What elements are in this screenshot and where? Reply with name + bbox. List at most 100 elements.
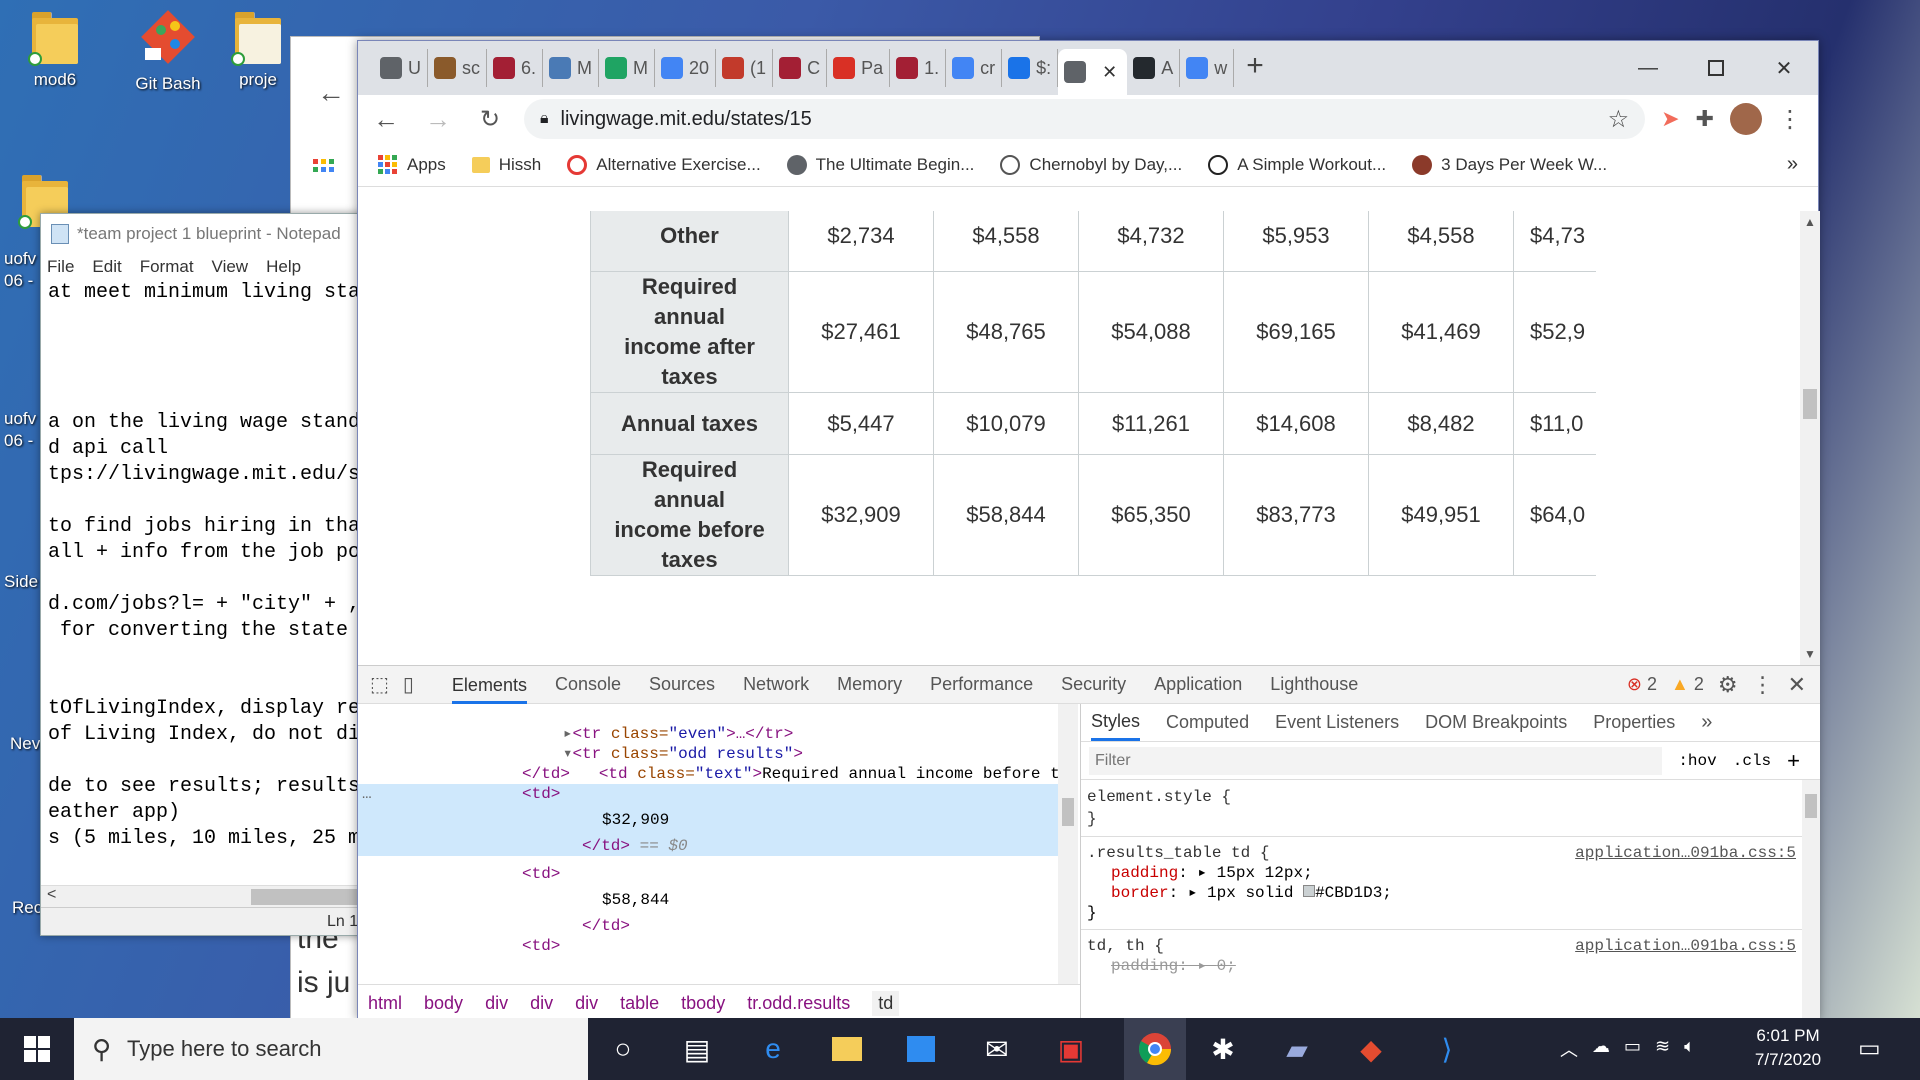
wifi-icon[interactable]: ≋ xyxy=(1655,1036,1670,1062)
cloud-icon[interactable]: ☁ xyxy=(1592,1036,1610,1062)
bookmark-chernobyl[interactable]: Chernobyl by Day,... xyxy=(1000,154,1182,175)
back-arrow-icon[interactable]: ← xyxy=(368,101,404,137)
browser-tab[interactable]: $: xyxy=(1002,49,1059,87)
warning-count-badge[interactable]: ▲ 2 xyxy=(1671,674,1704,695)
reload-icon[interactable]: ↻ xyxy=(472,101,508,137)
desktop-git-bash[interactable]: Git Bash xyxy=(123,8,213,94)
close-tab-icon[interactable]: ✕ xyxy=(1098,62,1121,83)
vscode-icon[interactable]: ⟩ xyxy=(1426,1028,1468,1070)
breadcrumb-item[interactable]: body xyxy=(424,993,463,1014)
td-th-rule[interactable]: application…091ba.css:5 td, th { padding… xyxy=(1081,930,1820,982)
browser-tab[interactable]: cr xyxy=(946,49,1003,87)
windows-start-icon[interactable] xyxy=(16,1028,58,1070)
chrome-menu-icon[interactable]: ⋮ xyxy=(1778,105,1802,134)
bookmark-apps[interactable]: Apps xyxy=(378,154,446,175)
desktop-folder-proje[interactable]: proje xyxy=(228,12,288,90)
page-vertical-scrollbar[interactable]: ▲ ▼ xyxy=(1800,211,1820,665)
subtabs-more-button[interactable]: » xyxy=(1701,711,1712,734)
device-toolbar-icon[interactable]: ▯ xyxy=(403,672,414,697)
scroll-down-icon[interactable]: ▼ xyxy=(1804,647,1816,661)
dom-tree[interactable]: ▸<tr class="even">…</tr> ▾<tr class="odd… xyxy=(358,704,1058,984)
breadcrumb-item[interactable]: tr.odd.results xyxy=(747,993,850,1014)
task-view-icon[interactable]: ▤ xyxy=(676,1028,718,1070)
devtools-tab-lighthouse[interactable]: Lighthouse xyxy=(1270,674,1358,695)
forward-arrow-icon[interactable]: → xyxy=(420,101,456,137)
maximize-button[interactable] xyxy=(1682,41,1750,95)
devtools-tab-network[interactable]: Network xyxy=(743,674,809,695)
subtab-dom-breakpoints[interactable]: DOM Breakpoints xyxy=(1425,712,1567,733)
address-bar[interactable]: 🔒︎ livingwage.mit.edu/states/15 ☆ xyxy=(524,99,1646,139)
ellipsis-icon[interactable]: … xyxy=(362,784,372,804)
dom-node-td[interactable]: <td> xyxy=(358,936,1058,956)
file-explorer-icon[interactable] xyxy=(826,1028,868,1070)
browser-tab[interactable]: U xyxy=(374,49,428,87)
bookmark-alternative-exercise[interactable]: Alternative Exercise... xyxy=(567,154,761,175)
dom-node-td[interactable]: <td> xyxy=(358,864,1058,884)
profile-avatar[interactable] xyxy=(1730,103,1762,135)
error-count-badge[interactable]: ⊗ 2 xyxy=(1627,674,1657,695)
cortana-icon[interactable]: ○ xyxy=(602,1028,644,1070)
breadcrumb-item[interactable]: div xyxy=(530,993,553,1014)
subtab-computed[interactable]: Computed xyxy=(1166,712,1249,733)
notes-app-icon[interactable]: ▰ xyxy=(1276,1028,1318,1070)
subtab-event-listeners[interactable]: Event Listeners xyxy=(1275,712,1399,733)
browser-tab[interactable]: ✕ xyxy=(1058,49,1128,95)
menu-file[interactable]: File xyxy=(47,257,74,277)
bookmarks-overflow-button[interactable]: » xyxy=(1787,153,1798,176)
taskbar-search-box[interactable]: ⚲ Type here to search xyxy=(74,1018,588,1080)
breadcrumb-item[interactable]: tbody xyxy=(681,993,725,1014)
clock[interactable]: 6:01 PM 7/7/2020 xyxy=(1740,1024,1836,1072)
volume-icon[interactable]: 🔈︎ xyxy=(1684,1036,1695,1062)
scroll-thumb[interactable] xyxy=(1062,798,1074,826)
bookmark-hissh[interactable]: Hissh xyxy=(471,155,541,175)
dom-selected-node[interactable]: … <td> $32,909 </td> == $0 xyxy=(358,784,1058,856)
new-style-rule-button[interactable]: + xyxy=(1787,748,1812,774)
dom-vertical-scrollbar[interactable] xyxy=(1058,704,1078,984)
desktop-folder-mod6[interactable]: mod6 xyxy=(10,12,100,90)
chrome-taskbar-icon[interactable] xyxy=(1124,1018,1186,1080)
bookmark-simple-workout[interactable]: A Simple Workout... xyxy=(1208,154,1386,175)
hov-toggle[interactable]: :hov xyxy=(1678,752,1716,770)
breadcrumb-item[interactable]: div xyxy=(485,993,508,1014)
browser-tab[interactable]: M xyxy=(599,49,656,87)
breadcrumb-item[interactable]: div xyxy=(575,993,598,1014)
chevron-up-icon[interactable]: ︿ xyxy=(1560,1036,1578,1062)
devtools-tab-application[interactable]: Application xyxy=(1154,674,1242,695)
battery-icon[interactable]: ▭ xyxy=(1624,1036,1641,1062)
browser-tab[interactable]: sc xyxy=(428,49,487,87)
menu-format[interactable]: Format xyxy=(140,257,194,277)
bookmark-3-days-per-week[interactable]: 3 Days Per Week W... xyxy=(1412,154,1607,175)
scroll-left-icon[interactable]: < xyxy=(47,886,56,904)
scroll-up-icon[interactable]: ▲ xyxy=(1804,215,1816,229)
devtools-tab-console[interactable]: Console xyxy=(555,674,621,695)
rule-source-link[interactable]: application…091ba.css:5 xyxy=(1575,936,1796,956)
back-arrow-icon[interactable]: ← xyxy=(317,77,345,109)
minimize-button[interactable]: — xyxy=(1614,41,1682,95)
browser-tab[interactable]: A xyxy=(1127,49,1181,87)
breadcrumb-item[interactable]: td xyxy=(872,991,900,1016)
devtools-tab-elements[interactable]: Elements xyxy=(451,666,527,704)
notepad-window[interactable]: *team project 1 blueprint - Notepad File… xyxy=(40,213,380,936)
gift-app-icon[interactable]: ▣ xyxy=(1050,1028,1092,1070)
subtab-properties[interactable]: Properties xyxy=(1593,712,1675,733)
settings-gear-icon[interactable]: ⚙ xyxy=(1718,672,1738,698)
menu-view[interactable]: View xyxy=(212,257,249,277)
rule-source-link[interactable]: application…091ba.css:5 xyxy=(1575,843,1796,863)
results-table-td-rule[interactable]: application…091ba.css:5 .results_table t… xyxy=(1081,837,1820,930)
extension-arrow-icon[interactable]: ➤ xyxy=(1661,106,1679,132)
bookmark-star-icon[interactable]: ☆ xyxy=(1608,105,1630,134)
menu-help[interactable]: Help xyxy=(266,257,301,277)
breadcrumb-item[interactable]: html xyxy=(368,993,402,1014)
new-tab-button[interactable]: + xyxy=(1246,49,1264,83)
edge-icon[interactable]: e xyxy=(752,1028,794,1070)
slack-icon[interactable]: ✱ xyxy=(1202,1028,1244,1070)
mail-icon[interactable]: ✉ xyxy=(976,1028,1018,1070)
styles-vertical-scrollbar[interactable] xyxy=(1802,780,1820,1022)
devtools-tab-security[interactable]: Security xyxy=(1061,674,1126,695)
browser-tab[interactable]: M xyxy=(543,49,600,87)
git-icon[interactable]: ◆ xyxy=(1350,1028,1392,1070)
extensions-puzzle-icon[interactable]: ✚ xyxy=(1696,106,1714,132)
breadcrumb-item[interactable]: table xyxy=(620,993,659,1014)
browser-tab[interactable]: Pa xyxy=(827,49,891,87)
scroll-thumb[interactable] xyxy=(1803,389,1817,419)
